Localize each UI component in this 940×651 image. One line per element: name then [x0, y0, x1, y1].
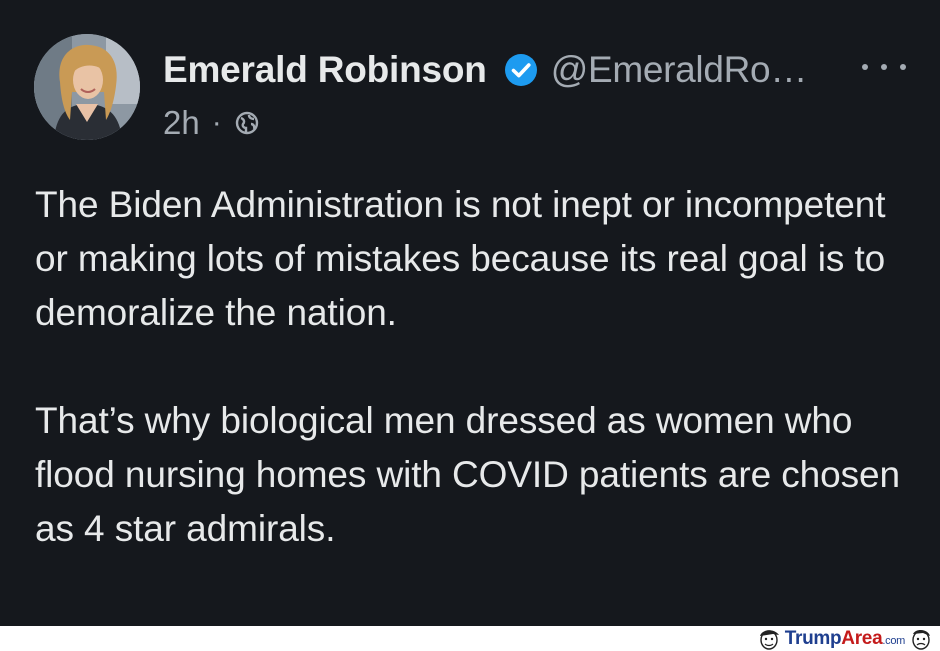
watermark-logo: TrumpArea.com: [756, 627, 934, 651]
verified-badge-icon: [503, 52, 539, 88]
tweet-paragraph: That’s why biological men dressed as wom…: [35, 400, 900, 549]
globe-icon: [234, 110, 260, 136]
watermark-bar: TrumpArea.com: [0, 626, 940, 651]
tweet-paragraph: The Biden Administration is not inept or…: [35, 184, 886, 333]
author-handle[interactable]: @EmeraldRo…: [551, 49, 808, 91]
author-name-row: Emerald Robinson @EmeraldRo…: [163, 44, 807, 96]
tweet-card: Emerald Robinson @EmeraldRo… 2h · The Bi…: [0, 0, 940, 626]
cartoon-face-icon: [908, 627, 934, 651]
meta-separator: ·: [211, 106, 222, 139]
more-options-icon[interactable]: [862, 52, 906, 82]
avatar-photo: [34, 34, 140, 140]
tweet-meta: 2h ·: [163, 104, 260, 142]
tweet-timestamp[interactable]: 2h: [163, 104, 200, 142]
author-display-name[interactable]: Emerald Robinson: [163, 49, 487, 91]
cartoon-face-icon: [756, 627, 782, 651]
watermark-text: TrumpArea.com: [784, 628, 906, 649]
tweet-text: The Biden Administration is not inept or…: [35, 178, 915, 556]
author-avatar[interactable]: [34, 34, 140, 140]
